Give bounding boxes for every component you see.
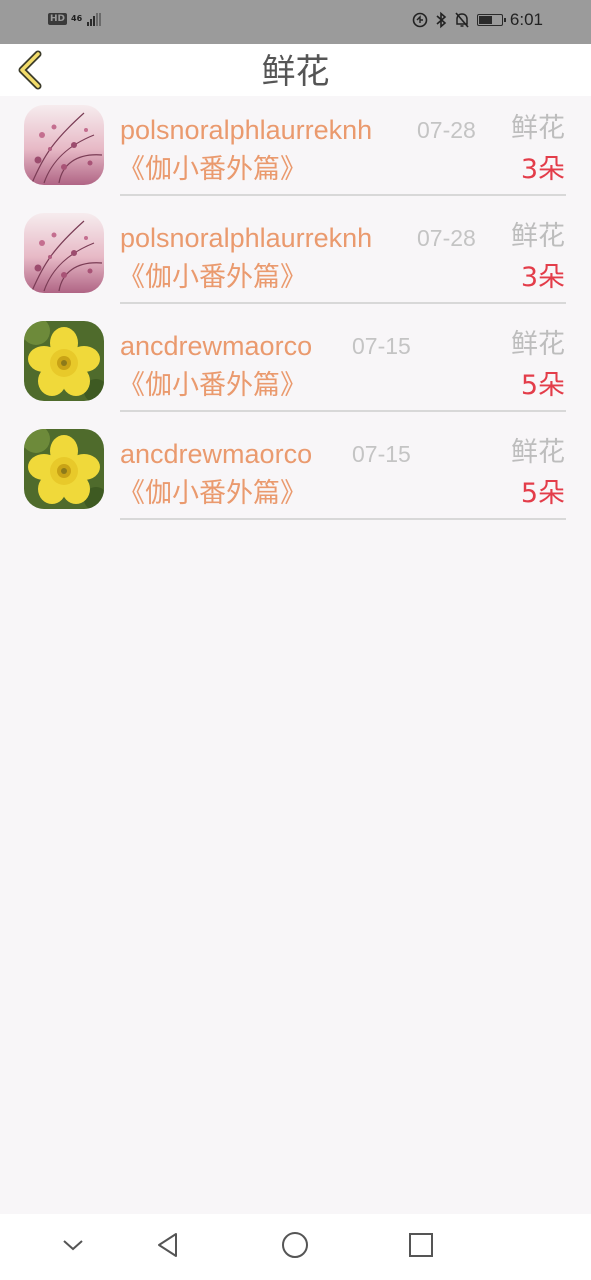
list-item[interactable]: polsnoralphlaurreknh 07-28 鲜花 《伽小番外篇》 3朵 [0, 204, 591, 312]
avatar[interactable] [24, 105, 104, 185]
gift-count: 3朵 [520, 262, 565, 293]
bluetooth-icon [436, 11, 447, 29]
book-title[interactable]: 《伽小番外篇》 [118, 260, 307, 296]
back-triangle-icon [158, 1233, 177, 1257]
divider [120, 302, 566, 304]
record-date: 07-15 [352, 441, 411, 467]
avatar[interactable] [24, 213, 104, 293]
gift-count: 5朵 [520, 370, 565, 401]
avatar[interactable] [24, 321, 104, 401]
recents-square-icon [409, 1233, 433, 1257]
book-title[interactable]: 《伽小番外篇》 [118, 152, 307, 188]
data-saver-icon [412, 12, 428, 28]
battery-icon [476, 14, 506, 26]
list-item[interactable]: polsnoralphlaurreknh 07-28 鲜花 《伽小番外篇》 3朵 [0, 96, 591, 204]
header-bar: 鲜花 [0, 44, 591, 96]
hd-badge: HD [48, 13, 68, 25]
system-recents-button[interactable] [406, 1230, 436, 1264]
status-right: 6:01 [412, 10, 543, 30]
gift-type: 鲜花 [511, 437, 565, 468]
system-home-button[interactable] [280, 1230, 310, 1264]
list-item[interactable]: ancdrewmaorco 07-15 鲜花 《伽小番外篇》 5朵 [0, 420, 591, 528]
system-back-button[interactable] [154, 1230, 184, 1264]
username: ancdrewmaorco [120, 439, 313, 469]
username: polsnoralphlaurreknh [120, 115, 373, 145]
signal-icon [87, 12, 102, 26]
system-navigation-bar [0, 1214, 591, 1280]
divider [120, 194, 566, 196]
status-bar: HD 46 6:01 [0, 0, 591, 44]
record-date: 07-28 [417, 225, 476, 251]
gift-type: 鲜花 [511, 113, 565, 144]
home-circle-icon [282, 1232, 308, 1258]
divider [120, 518, 566, 520]
username: polsnoralphlaurreknh [120, 223, 373, 253]
status-left: HD 46 [48, 12, 102, 26]
gift-type: 鲜花 [511, 221, 565, 252]
status-time: 6:01 [509, 10, 543, 29]
gift-type: 鲜花 [511, 329, 565, 360]
book-title[interactable]: 《伽小番外篇》 [118, 476, 307, 512]
flower-record-list: polsnoralphlaurreknh 07-28 鲜花 《伽小番外篇》 3朵 [0, 96, 591, 528]
record-date: 07-15 [352, 333, 411, 359]
network-type: 46 [71, 14, 83, 23]
book-title[interactable]: 《伽小番外篇》 [118, 368, 307, 404]
avatar[interactable] [24, 429, 104, 509]
mute-bell-icon [455, 12, 469, 28]
hide-nav-button[interactable] [58, 1230, 88, 1264]
divider [120, 410, 566, 412]
gift-count: 5朵 [520, 478, 565, 509]
record-date: 07-28 [417, 117, 476, 143]
list-item[interactable]: ancdrewmaorco 07-15 鲜花 《伽小番外篇》 5朵 [0, 312, 591, 420]
chevron-down-icon [63, 1240, 83, 1251]
page-title: 鲜花 [261, 52, 330, 92]
gift-count: 3朵 [520, 154, 565, 185]
username: ancdrewmaorco [120, 331, 313, 361]
